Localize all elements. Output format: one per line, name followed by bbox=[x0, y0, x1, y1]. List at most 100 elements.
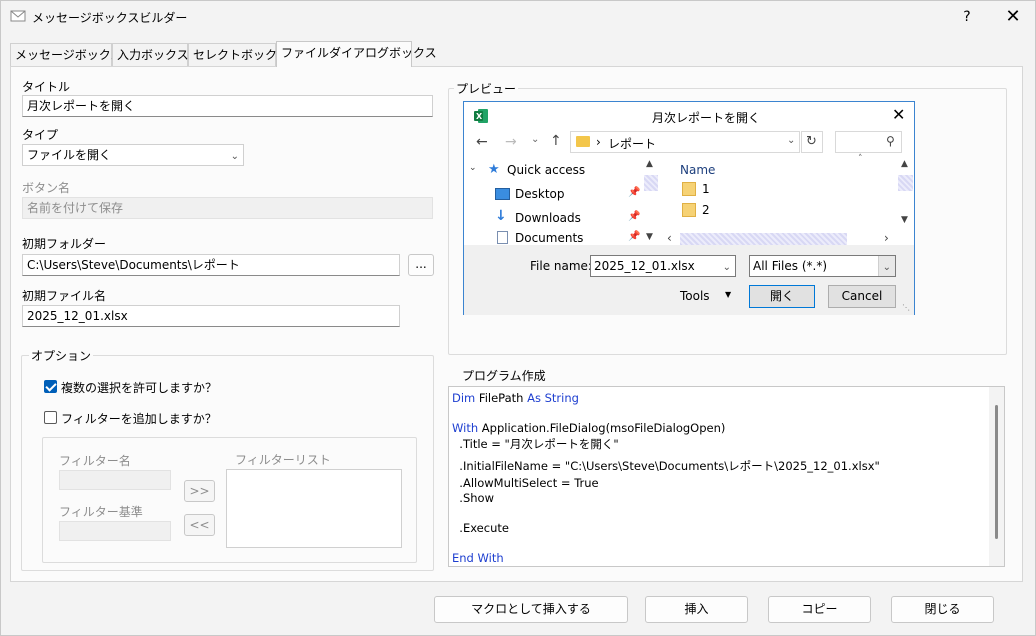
chevron-down-icon: ⌄ bbox=[882, 262, 891, 273]
preview-close-icon[interactable]: ✕ bbox=[892, 105, 905, 124]
initial-file-label: 初期ファイル名 bbox=[22, 289, 107, 303]
scroll-up-icon[interactable]: ▲ bbox=[646, 159, 653, 169]
tools-menu[interactable]: Tools bbox=[680, 289, 710, 303]
code-group-title: プログラム作成 bbox=[460, 367, 548, 384]
add-filter-button[interactable]: >> bbox=[184, 480, 215, 502]
svg-text:X: X bbox=[476, 112, 483, 121]
address-chevron-icon[interactable]: ⌄ bbox=[787, 135, 795, 146]
folder-icon bbox=[682, 182, 696, 196]
code-line-4: .InitialFileName = "C:\Users\Steve\Docum… bbox=[452, 459, 880, 473]
documents-icon bbox=[497, 231, 508, 244]
file-item-2[interactable]: 2 bbox=[702, 203, 710, 217]
insert-button[interactable]: 挿入 bbox=[645, 596, 748, 623]
title-label: タイトル bbox=[22, 80, 71, 94]
message-box-icon bbox=[10, 10, 26, 22]
close-window-button[interactable]: ✕ bbox=[1001, 6, 1025, 28]
options-group-title: オプション bbox=[29, 347, 94, 364]
dialog-window: メッセージボックスビルダー ? ✕ メッセージボックス 入力ボックス セレクトボ… bbox=[0, 0, 1036, 636]
address-path: レポート bbox=[608, 137, 657, 151]
type-select[interactable]: ファイルを開く ⌄ bbox=[22, 144, 244, 166]
multi-select-checkbox[interactable] bbox=[44, 380, 57, 393]
chevron-down-icon: ⌄ bbox=[722, 262, 731, 273]
copy-button[interactable]: コピー bbox=[768, 596, 871, 623]
filter-criteria-input bbox=[59, 521, 171, 541]
scroll-up-icon[interactable]: ▲ bbox=[901, 159, 908, 169]
downloads-icon: ↓ bbox=[495, 208, 507, 224]
pin-icon: 📌 bbox=[628, 211, 641, 222]
preview-dialog-title: 月次レポートを開く bbox=[652, 111, 761, 125]
folder-icon bbox=[576, 136, 590, 147]
forward-arrow-icon[interactable]: → bbox=[505, 134, 517, 150]
multi-select-label: 複数の選択を許可しますか？ bbox=[61, 381, 218, 395]
title-input[interactable]: 月次レポートを開く bbox=[22, 95, 433, 117]
code-line-7: .Execute bbox=[452, 521, 509, 535]
desktop-icon bbox=[495, 188, 510, 200]
preview-file-dialog: X 月次レポートを開く ✕ ← → ⌄ ↑ › レポート ⌄ ↻ ⚲ ⌄ ★ Q… bbox=[463, 101, 915, 315]
pin-icon: 📌 bbox=[628, 187, 641, 198]
title-bar: メッセージボックスビルダー ? ✕ bbox=[1, 1, 1036, 33]
initial-folder-input[interactable]: C:\Users\Steve\Documents\レポート bbox=[22, 254, 400, 276]
scroll-down-icon[interactable]: ▼ bbox=[646, 232, 653, 242]
initial-folder-label: 初期フォルダー bbox=[22, 237, 107, 251]
name-column-header[interactable]: Name bbox=[680, 163, 715, 177]
up-arrow-icon[interactable]: ↑ bbox=[550, 133, 562, 149]
filter-name-input bbox=[59, 470, 171, 490]
nav-documents[interactable]: Documents bbox=[515, 231, 583, 245]
filter-criteria-label: フィルター基準 bbox=[59, 505, 143, 519]
type-select-value: ファイルを開く bbox=[27, 148, 112, 162]
code-editor[interactable]: Dim FilePath As String With Application.… bbox=[448, 386, 1005, 567]
filename-label: File name: bbox=[530, 259, 592, 273]
insert-as-macro-button[interactable]: マクロとして挿入する bbox=[434, 596, 628, 623]
nav-quick-access[interactable]: Quick access bbox=[507, 163, 585, 177]
close-button[interactable]: 閉じる bbox=[891, 596, 994, 623]
tab-select-box[interactable]: セレクトボックス bbox=[188, 43, 289, 67]
nav-desktop[interactable]: Desktop bbox=[515, 187, 565, 201]
file-item-1[interactable]: 1 bbox=[702, 182, 710, 196]
files-scrollbar-thumb[interactable] bbox=[898, 175, 913, 191]
type-label: タイプ bbox=[22, 128, 59, 142]
cancel-button[interactable]: Cancel bbox=[828, 285, 896, 308]
code-line-3: .Title = "月次レポートを開く" bbox=[452, 437, 619, 451]
add-filter-label: フィルターを追加しますか？ bbox=[61, 412, 217, 426]
window-title: メッセージボックスビルダー bbox=[32, 11, 188, 25]
open-button[interactable]: 開く bbox=[749, 285, 815, 308]
code-line-6: .Show bbox=[452, 491, 494, 505]
address-bar[interactable]: › レポート ⌄ bbox=[570, 131, 800, 153]
pin-icon: 📌 bbox=[628, 231, 641, 242]
preview-footer: File name: 2025_12_01.xlsx ⌄ All Files (… bbox=[464, 245, 914, 315]
initial-file-input[interactable]: 2025_12_01.xlsx bbox=[22, 305, 400, 327]
remove-filter-button[interactable]: << bbox=[184, 514, 215, 536]
scroll-right-icon[interactable]: › bbox=[884, 231, 889, 245]
filter-list-label: フィルターリスト bbox=[233, 451, 333, 468]
address-separator-icon: › bbox=[596, 135, 601, 149]
recent-chevron-icon[interactable]: ⌄ bbox=[531, 134, 539, 145]
search-icon: ⚲ bbox=[886, 134, 895, 148]
scroll-down-icon[interactable]: ▼ bbox=[901, 215, 908, 225]
button-name-label: ボタン名 bbox=[22, 181, 71, 195]
scroll-left-icon[interactable]: ‹ bbox=[667, 231, 672, 245]
expand-chevron-icon[interactable]: ⌄ bbox=[469, 163, 477, 173]
filename-input[interactable]: 2025_12_01.xlsx ⌄ bbox=[590, 255, 736, 277]
code-line-1: Dim FilePath As String bbox=[452, 391, 579, 405]
browse-folder-button[interactable]: ... bbox=[408, 254, 434, 276]
code-scrollbar-thumb[interactable] bbox=[995, 405, 998, 539]
tab-input-box[interactable]: 入力ボックス bbox=[112, 43, 189, 67]
filter-name-label: フィルター名 bbox=[59, 454, 131, 468]
file-type-select[interactable]: All Files (*.*) ⌄ bbox=[749, 255, 896, 277]
tab-file-dialog[interactable]: ファイルダイアログボックス bbox=[276, 41, 437, 67]
nav-scrollbar-thumb[interactable] bbox=[644, 175, 658, 191]
resize-grip-icon[interactable]: ⋱ bbox=[902, 303, 910, 312]
file-type-value: All Files (*.*) bbox=[753, 259, 828, 273]
sort-caret-icon: ˄ bbox=[858, 154, 863, 164]
nav-downloads[interactable]: Downloads bbox=[515, 211, 581, 225]
excel-icon: X bbox=[474, 109, 488, 123]
tab-message-box[interactable]: メッセージボックス bbox=[10, 43, 122, 67]
star-icon: ★ bbox=[488, 162, 500, 177]
horizontal-scrollbar-thumb[interactable] bbox=[680, 233, 847, 245]
back-arrow-icon[interactable]: ← bbox=[476, 134, 488, 150]
code-scrollbar[interactable] bbox=[989, 387, 1004, 566]
refresh-button[interactable]: ↻ bbox=[801, 131, 823, 153]
search-box[interactable]: ⚲ bbox=[835, 131, 902, 153]
add-filter-checkbox[interactable] bbox=[44, 411, 57, 424]
help-button[interactable]: ? bbox=[956, 6, 978, 28]
